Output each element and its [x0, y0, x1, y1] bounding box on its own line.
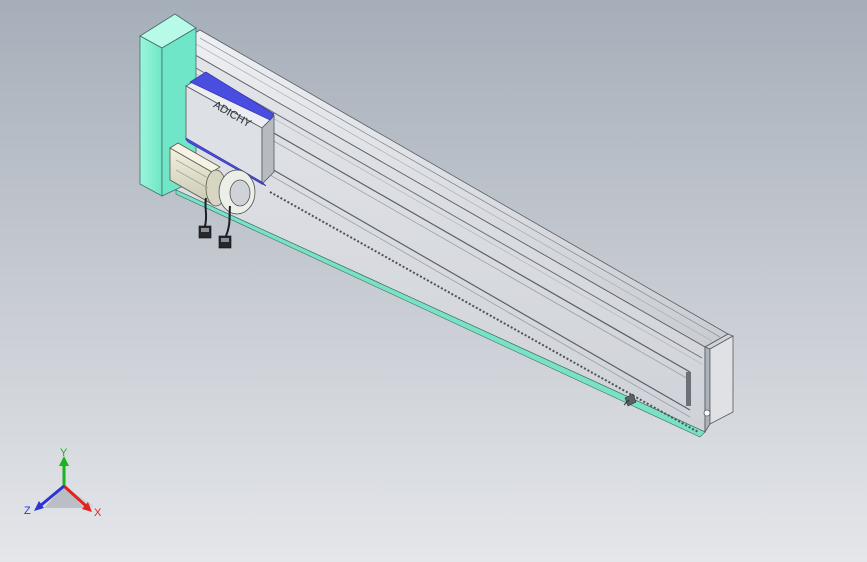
- view-triad[interactable]: Y X Z: [22, 448, 106, 524]
- rail-body[interactable]: [175, 29, 729, 438]
- z-axis-label: Z: [24, 505, 31, 517]
- linear-actuator-model[interactable]: ADICHY: [0, 0, 867, 562]
- axis-triad-icon: [34, 456, 94, 512]
- right-end-cap[interactable]: [703, 333, 734, 434]
- end-cap-bolt-icon: [703, 409, 711, 417]
- 3d-viewport[interactable]: ADICHY Y X Z: [0, 0, 867, 562]
- x-axis-label: X: [94, 507, 102, 519]
- y-axis-label: Y: [60, 448, 68, 459]
